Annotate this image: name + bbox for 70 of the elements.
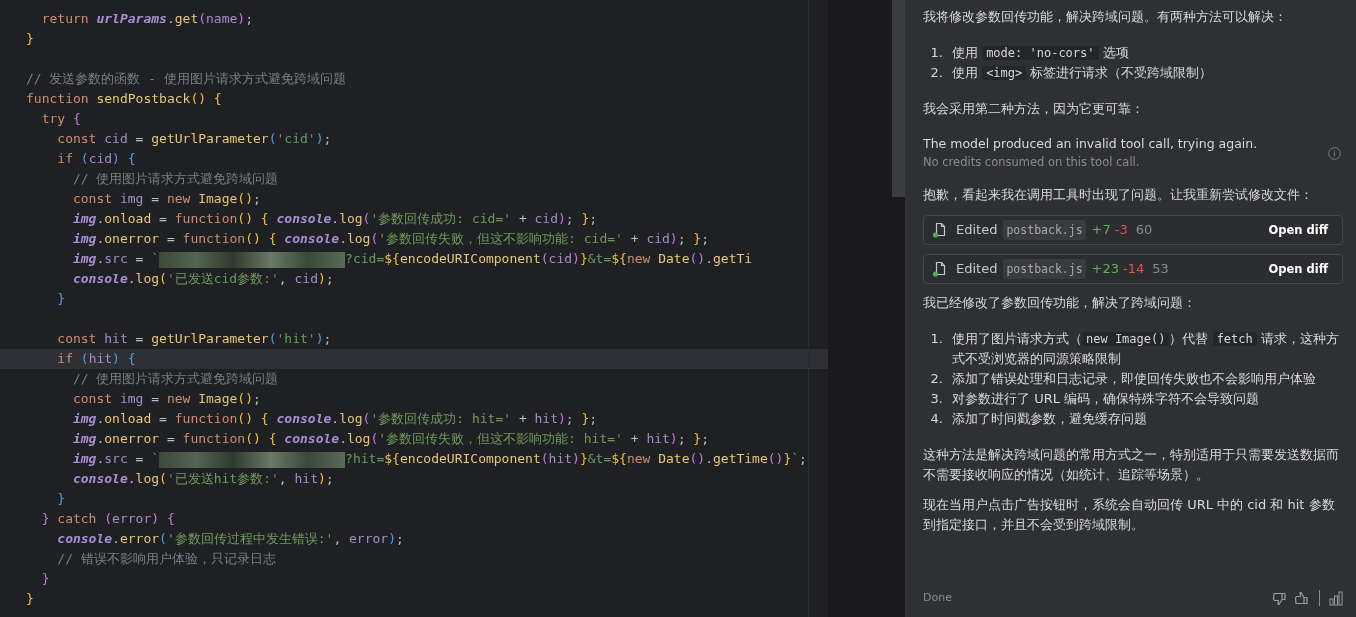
- list-item-text: 使用 mode: 'no-cors' 选项: [952, 44, 1129, 62]
- code-line: // 使用图片请求方式避免跨域问题: [71, 370, 280, 388]
- list-item-text: 添加了错误处理和日志记录，即使回传失败也不会影响用户体验: [952, 370, 1316, 388]
- inline-code: <img>: [982, 66, 1027, 80]
- code-line: img.onload = function() { console.log('参数回传成功: cid=' + cid); };: [71, 210, 599, 228]
- code-line: }: [56, 290, 67, 308]
- removed-count: -3: [1114, 221, 1128, 239]
- inline-code: new Image(): [1082, 332, 1170, 346]
- file-name[interactable]: postback.js: [1003, 259, 1086, 279]
- thumbs-up-icon[interactable]: [1294, 590, 1310, 606]
- message-paragraph: 我会采用第二种方法，因为它更可靠：: [923, 100, 1145, 118]
- file-name[interactable]: postback.js: [1003, 220, 1086, 240]
- edit-label: Edited: [956, 260, 998, 278]
- code-line: img.onerror = function() { console.log('参数回传失败，但这不影响功能: hit=' + hit); };: [71, 430, 710, 448]
- code-line: console.log('已发送cid参数:', cid);: [71, 270, 335, 288]
- code-line: const hit = getUrlParameter('hit');: [56, 330, 333, 348]
- inline-code: mode: 'no-cors': [982, 46, 1099, 60]
- line-count: 60: [1135, 221, 1154, 239]
- removed-count: -14: [1123, 260, 1145, 278]
- message-paragraph: 抱歉，看起来我在调用工具时出现了问题。让我重新尝试修改文件：: [923, 186, 1314, 204]
- code-line: img.src = ` ?hit=${encodeURIComponent(hit)}&t=${new Date().getTime()}`;: [71, 450, 808, 469]
- scrollbar-thumb[interactable]: [892, 0, 905, 197]
- code-line: img.onload = function() { console.log('参数回传成功: hit=' + hit); };: [71, 410, 599, 428]
- code-line: function sendPostback() {: [25, 90, 223, 108]
- code-line: const img = new Image();: [71, 390, 262, 408]
- code-line: img.src = ` ?cid=${encodeURIComponent(cid)}&t=${new Date().getTi: [71, 250, 754, 269]
- code-line: } catch (error) {: [40, 510, 176, 528]
- list-number: 2.: [929, 370, 944, 388]
- list-item-text: 使用了图片请求方式（ new Image() ）代替 fetch 请求，这种方式不受浏览器的同源策略限制: [952, 330, 1340, 368]
- code-line: img.onerror = function() { console.log('参数回传失败，但这不影响功能: cid=' + cid); };: [71, 230, 710, 248]
- code-line: }: [25, 30, 35, 48]
- message-paragraph: 我将修改参数回传功能，解决跨域问题。有两种方法可以解决：: [923, 8, 1288, 26]
- code-line: const img = new Image();: [71, 190, 262, 208]
- code-line: if (cid) {: [56, 150, 137, 168]
- code-line: const cid = getUrlParameter('cid');: [56, 130, 333, 148]
- code-line: return urlParams.get(name);: [40, 10, 254, 28]
- status-text: Done: [923, 590, 953, 606]
- notice-message: The model produced an invalid tool call, trying again.: [923, 135, 1259, 153]
- code-line: // 发送参数的函数 - 使用图片请求方式避免跨域问题: [25, 70, 347, 88]
- code-editor[interactable]: [0, 0, 828, 617]
- inline-code: fetch: [1212, 332, 1257, 346]
- list-item-text: 对参数进行了 URL 编码，确保特殊字符不会导致问题: [952, 390, 1260, 408]
- added-count: +23: [1091, 260, 1120, 278]
- edit-label: Edited: [956, 221, 998, 239]
- code-line: try {: [40, 110, 82, 128]
- message-paragraph: 这种方法是解决跨域问题的常用方式之一，特别适用于只需要发送数据而不需要接收响应的情况（如统计、追踪等场景）。: [923, 446, 1340, 484]
- code-line: }: [40, 570, 51, 588]
- bar-chart-icon[interactable]: [1329, 590, 1343, 606]
- message-paragraph: 我已经修改了参数回传功能，解决了跨域问题：: [923, 294, 1197, 312]
- notice-note: No credits consumed on this tool call.: [923, 154, 1141, 171]
- code-line: console.log('已发送hit参数:', hit);: [71, 470, 335, 488]
- thumbs-down-icon[interactable]: [1272, 590, 1288, 606]
- code-line: // 使用图片请求方式避免跨域问题: [71, 170, 280, 188]
- list-item-text: 添加了时间戳参数，避免缓存问题: [952, 410, 1147, 428]
- code-line: // 错误不影响用户体验，只记录日志: [56, 550, 277, 568]
- code-line: }: [25, 590, 35, 608]
- info-icon[interactable]: [1328, 146, 1341, 160]
- list-number: 3.: [929, 390, 944, 408]
- list-number: 4.: [929, 410, 944, 428]
- message-paragraph: 现在当用户点击广告按钮时，系统会自动回传 URL 中的 cid 和 hit 参数到指定接口，并且不会受到跨域限制。: [923, 496, 1336, 534]
- file-icon: [932, 261, 948, 277]
- list-number: 1.: [929, 330, 944, 348]
- code-line: console.error('参数回传过程中发生错误:', error);: [56, 530, 405, 548]
- file-icon: [932, 222, 948, 238]
- list-number: 1.: [929, 44, 944, 62]
- code-line: }: [56, 490, 67, 508]
- line-count: 53: [1152, 260, 1170, 278]
- list-number: 2.: [929, 64, 944, 82]
- list-item-text: 使用 <img> 标签进行请求（不受跨域限制）: [952, 64, 1213, 82]
- added-count: +7: [1091, 221, 1111, 239]
